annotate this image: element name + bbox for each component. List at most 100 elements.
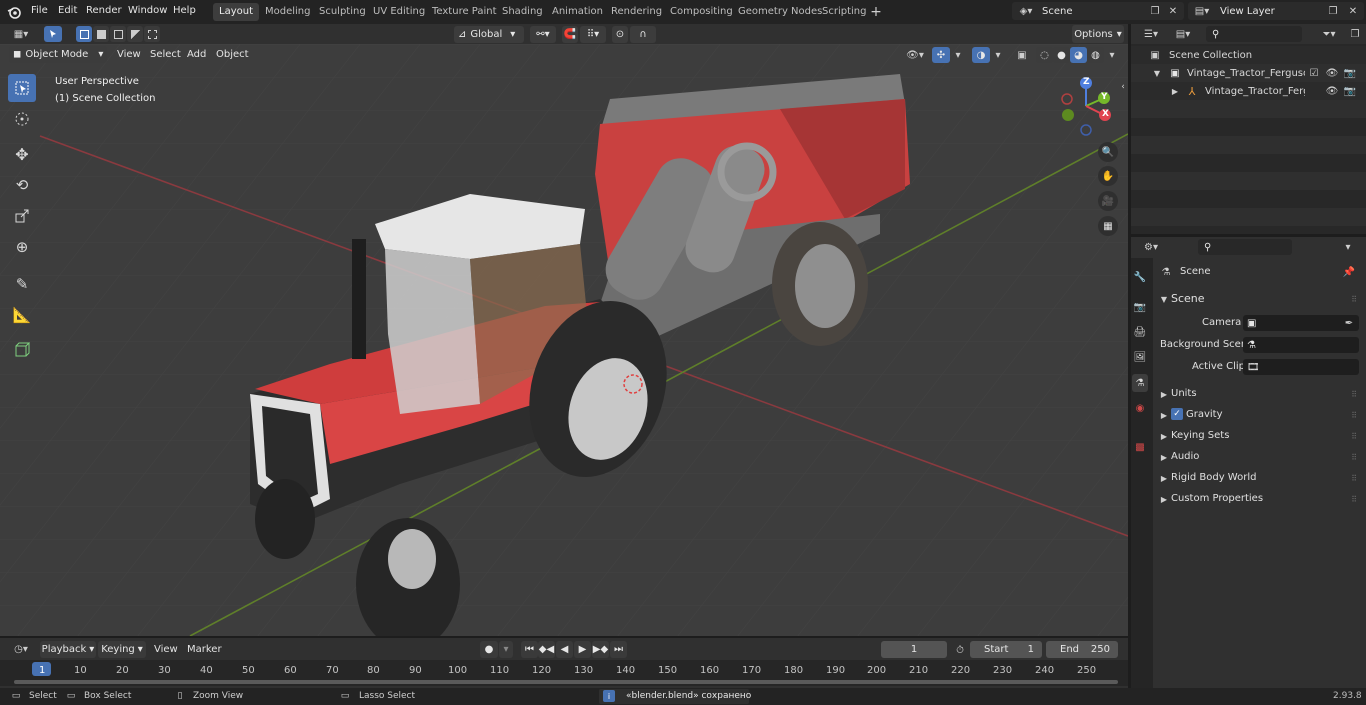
tool-tab-icon[interactable]: 🔧	[1132, 268, 1148, 286]
start-frame-field[interactable]: Start 1	[970, 641, 1042, 658]
menu-file[interactable]: File	[31, 4, 48, 18]
pin-icon[interactable]: 📌	[1342, 265, 1356, 279]
timeline-scrollbar[interactable]	[14, 680, 1118, 684]
panel-closed-icon[interactable]: ▶	[1159, 408, 1169, 422]
panel-gravity-label[interactable]: Gravity	[1186, 406, 1223, 424]
zoom-view-icon[interactable]: 🔍	[1098, 142, 1118, 162]
add-cube-tool[interactable]	[8, 336, 36, 364]
disclosure-open-icon[interactable]: ▼	[1152, 66, 1162, 80]
delete-view-layer-icon[interactable]: ✕	[1346, 4, 1360, 18]
jump-prev-keyframe-button[interactable]: ◆◀	[538, 641, 555, 658]
object-mode-dropdown[interactable]: ◼ Object Mode ▾	[9, 46, 107, 63]
select-mode-new[interactable]	[76, 26, 92, 42]
menu-edit[interactable]: Edit	[58, 4, 77, 18]
add-workspace-icon[interactable]: +	[868, 4, 884, 20]
play-button[interactable]: ▶	[574, 641, 591, 658]
annotate-tool[interactable]: ✎	[8, 270, 36, 298]
disclosure-closed-icon[interactable]: ▶	[1170, 84, 1180, 98]
panel-rigid-body-world-label[interactable]: Rigid Body World	[1171, 469, 1256, 487]
render-tab-icon[interactable]: 📷	[1132, 298, 1148, 316]
drag-handle-icon[interactable]: ⠿	[1348, 387, 1360, 401]
blender-logo-icon[interactable]	[6, 4, 22, 20]
editor-type-icon[interactable]: ▦▾	[8, 26, 34, 42]
world-tab-icon[interactable]: ◉	[1132, 399, 1148, 417]
tab-animation[interactable]: Animation	[546, 3, 609, 21]
tab-sculpting[interactable]: Sculpting	[313, 3, 372, 21]
tab-modeling[interactable]: Modeling	[259, 3, 317, 21]
timeline-editor-icon[interactable]: ◷▾	[8, 641, 34, 657]
delete-scene-icon[interactable]: ✕	[1166, 4, 1180, 18]
panel-closed-icon[interactable]: ▶	[1159, 429, 1169, 443]
select-mode-intersect[interactable]	[144, 26, 160, 42]
tab-shading[interactable]: Shading	[496, 3, 549, 21]
background-scene-field[interactable]: ⚗	[1243, 337, 1359, 353]
keying-options[interactable]: ▾	[499, 641, 513, 658]
shading-rendered[interactable]: ◍	[1087, 47, 1104, 63]
select-mode-invert[interactable]	[127, 26, 143, 42]
cursor-tool[interactable]	[8, 105, 36, 133]
outliner-search-input[interactable]: ⚲	[1206, 26, 1302, 42]
panel-open-icon[interactable]: ▼	[1159, 292, 1169, 306]
panel-custom-properties-label[interactable]: Custom Properties	[1171, 490, 1263, 508]
camera-view-icon[interactable]: 🎥	[1098, 191, 1118, 211]
panel-audio-label[interactable]: Audio	[1171, 448, 1199, 466]
pivot-dropdown[interactable]: ⚯▾	[530, 26, 556, 43]
shading-material[interactable]: ◕	[1070, 47, 1087, 63]
drag-handle-icon[interactable]: ⠿	[1348, 492, 1360, 506]
select-mode-extend[interactable]	[93, 26, 109, 42]
gravity-checkbox[interactable]: ✓	[1171, 408, 1183, 420]
chevron-down-icon[interactable]: ▾	[992, 47, 1004, 63]
texture-tab-icon[interactable]: ▩	[1132, 438, 1148, 456]
scale-tool[interactable]	[8, 202, 36, 230]
select-mode-subtract[interactable]	[110, 26, 126, 42]
proportional-edit-toggle[interactable]: ⊙	[612, 26, 628, 43]
eye-icon[interactable]: 👁	[1326, 66, 1339, 80]
menu-add[interactable]: Add	[187, 47, 206, 63]
overlay-toggle[interactable]: ◑	[972, 47, 990, 63]
menu-window[interactable]: Window	[128, 4, 167, 18]
menu-view[interactable]: View	[117, 47, 141, 63]
scene-tab-icon[interactable]: ⚗	[1132, 374, 1148, 392]
gizmo-toggle[interactable]: ✣	[932, 47, 950, 63]
menu-object[interactable]: Object	[216, 47, 249, 63]
transform-orientation-dropdown[interactable]: ⊿ Global ▾	[454, 26, 524, 43]
drag-handle-icon[interactable]: ⠿	[1348, 408, 1360, 422]
sidebar-toggle-icon[interactable]: ‹	[1118, 80, 1128, 94]
keying-dropdown[interactable]: Keying ▾	[98, 641, 146, 658]
tab-geometry-nodes[interactable]: Geometry Nodes	[732, 3, 828, 21]
visibility-filter-icon[interactable]: 👁▾	[902, 47, 928, 63]
panel-closed-icon[interactable]: ▶	[1159, 450, 1169, 464]
properties-editor-icon[interactable]: ⚙▾	[1138, 239, 1164, 255]
tab-compositing[interactable]: Compositing	[664, 3, 739, 21]
transform-tool[interactable]: ⊕	[8, 233, 36, 261]
eye-icon[interactable]: 👁	[1326, 84, 1339, 98]
new-view-layer-icon[interactable]: ❐	[1326, 4, 1340, 18]
xray-toggle-icon[interactable]: ▣	[1014, 47, 1030, 63]
filter-icon[interactable]: ⏷▾	[1316, 26, 1342, 42]
chevron-down-icon[interactable]: ▾	[1106, 47, 1118, 63]
drag-handle-icon[interactable]: ⠿	[1348, 292, 1360, 306]
panel-closed-icon[interactable]: ▶	[1159, 471, 1169, 485]
menu-render[interactable]: Render	[86, 4, 122, 18]
jump-next-keyframe-button[interactable]: ▶◆	[592, 641, 609, 658]
new-collection-icon[interactable]: ❐	[1348, 26, 1362, 42]
panel-closed-icon[interactable]: ▶	[1159, 492, 1169, 506]
menu-help[interactable]: Help	[173, 4, 196, 18]
properties-search-input[interactable]: ⚲	[1198, 239, 1292, 255]
panel-units-label[interactable]: Units	[1171, 385, 1197, 403]
camera-icon[interactable]: 📷	[1343, 66, 1357, 80]
panel-scene-label[interactable]: Scene	[1171, 290, 1205, 308]
view-layer-tab-icon[interactable]: 🖼	[1132, 348, 1148, 366]
display-mode-icon[interactable]: ▤▾	[1170, 26, 1196, 42]
timeline-menu-view[interactable]: View	[154, 642, 178, 658]
shading-wireframe[interactable]: ◌	[1036, 47, 1053, 63]
tab-uv-editing[interactable]: UV Editing	[367, 3, 431, 21]
panel-closed-icon[interactable]: ▶	[1159, 387, 1169, 401]
pan-view-icon[interactable]: ✋	[1098, 166, 1118, 186]
drag-handle-icon[interactable]: ⠿	[1348, 429, 1360, 443]
tab-scripting[interactable]: Scripting	[816, 3, 872, 21]
measure-tool[interactable]: 📐	[8, 301, 36, 329]
menu-select[interactable]: Select	[150, 47, 181, 63]
current-frame-field[interactable]: 1	[881, 641, 947, 658]
drag-handle-icon[interactable]: ⠿	[1348, 450, 1360, 464]
